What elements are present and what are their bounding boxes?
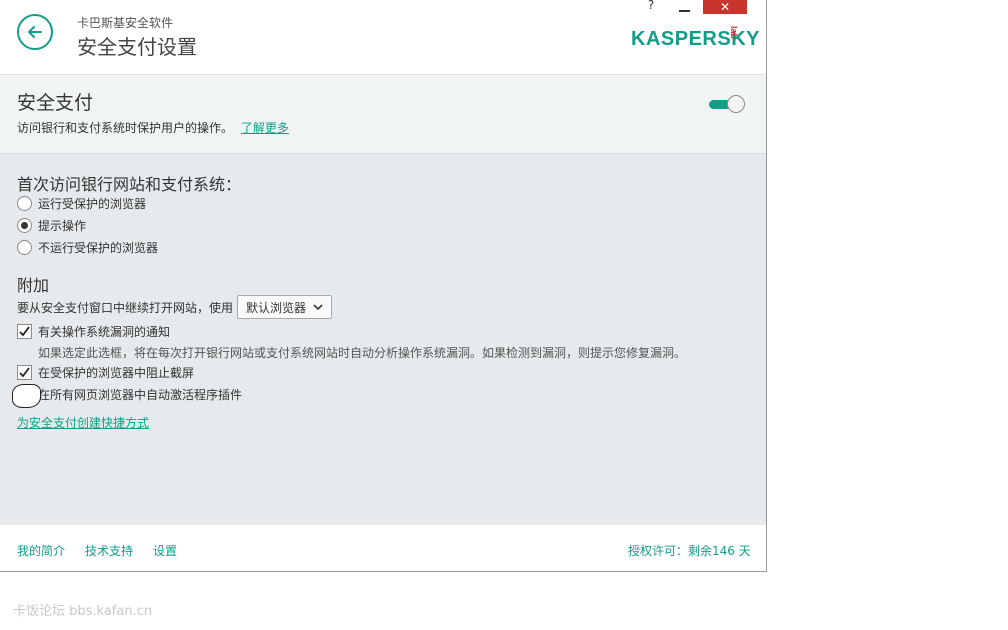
checkbox-auto-activate-plugin[interactable]: 在所有网页浏览器中自动激活程序插件	[17, 385, 242, 403]
checkmark-icon	[19, 325, 30, 336]
chevron-down-icon	[313, 303, 323, 310]
radio-do-not-run[interactable]: 不运行受保护的浏览器	[17, 238, 158, 256]
help-button[interactable]: ?	[645, 0, 657, 12]
radio-label: 运行受保护的浏览器	[38, 196, 147, 211]
learn-more-link[interactable]: 了解更多	[241, 121, 289, 135]
minimize-button[interactable]	[677, 1, 693, 13]
settings-section: 首次访问银行网站和支付系统： 运行受保护的浏览器 提示操作 不运行受保护的浏览器…	[0, 154, 766, 525]
browser-select[interactable]: 默认浏览器	[237, 295, 333, 319]
logo-text: KASPERSKY	[631, 28, 760, 50]
back-button[interactable]	[17, 14, 53, 50]
footer-link-settings[interactable]: 设置	[153, 542, 177, 559]
arrow-left-icon	[28, 26, 42, 38]
footer-link-profile[interactable]: 我的简介	[17, 542, 65, 559]
first-visit-heading: 首次访问银行网站和支付系统：	[17, 175, 242, 194]
cursor-highlight	[12, 384, 41, 408]
open-sites-row: 要从安全支付窗口中继续打开网站，使用 默认浏览器	[17, 295, 333, 319]
feature-section: 安全支付 访问银行和支付系统时保护用户的操作。 了解更多	[0, 75, 766, 154]
watermark: 卡饭论坛 bbs.kafan.cn	[13, 604, 153, 619]
footer: 我的简介 技术支持 设置 授权许可：剩余146 天	[0, 526, 766, 571]
radio-button[interactable]	[17, 239, 32, 255]
footer-link-support[interactable]: 技术支持	[85, 542, 133, 559]
checkmark-icon	[19, 366, 30, 377]
feature-description-text: 访问银行和支付系统时保护用户的操作。	[17, 121, 234, 135]
radio-button[interactable]	[17, 195, 32, 211]
close-button[interactable]: ✕	[703, 0, 747, 14]
additional-heading: 附加	[17, 276, 50, 295]
radio-label: 提示操作	[38, 218, 87, 233]
browser-select-value: 默认浏览器	[246, 300, 307, 315]
logo-lab: lab	[729, 26, 739, 40]
feature-title: 安全支付	[17, 92, 94, 114]
kaspersky-logo: KASPERSKY lab	[631, 26, 760, 54]
settings-window: 卡巴斯基安全软件 安全支付设置 ? ✕ KASPERSKY lab 安全支付 访…	[0, 0, 767, 572]
checkbox-checked[interactable]	[17, 364, 32, 380]
radio-prompt-user[interactable]: 提示操作	[17, 216, 86, 234]
vulnerability-hint: 如果选定此选框，将在每次打开银行网站或支付系统网站时自动分析操作系统漏洞。如果检…	[38, 346, 687, 360]
radio-button-selected[interactable]	[17, 217, 32, 233]
radio-run-protected-browser[interactable]: 运行受保护的浏览器	[17, 194, 146, 212]
feature-description: 访问银行和支付系统时保护用户的操作。 了解更多	[17, 119, 289, 136]
radio-label: 不运行受保护的浏览器	[38, 240, 159, 255]
license-status: 授权许可：剩余146 天	[628, 544, 751, 558]
suite-name: 卡巴斯基安全软件	[77, 16, 174, 30]
create-shortcut-link[interactable]: 为安全支付创建快捷方式	[17, 414, 149, 431]
checkbox-label: 在受保护的浏览器中阻止截屏	[38, 365, 195, 380]
checkbox-vulnerability-notify[interactable]: 有关操作系统漏洞的通知	[17, 322, 170, 340]
checkbox-label: 在所有网页浏览器中自动激活程序插件	[38, 387, 243, 402]
page-title: 安全支付设置	[77, 35, 197, 59]
checkbox-checked[interactable]	[17, 323, 32, 339]
checkbox-block-screenshots[interactable]: 在受保护的浏览器中阻止截屏	[17, 363, 194, 381]
checkbox-label: 有关操作系统漏洞的通知	[38, 324, 171, 339]
toggle-knob	[727, 95, 745, 113]
safe-money-toggle[interactable]	[709, 95, 747, 115]
open-sites-label: 要从安全支付窗口中继续打开网站，使用	[17, 300, 234, 315]
header: 卡巴斯基安全软件 安全支付设置 ? ✕ KASPERSKY lab	[0, 0, 766, 75]
